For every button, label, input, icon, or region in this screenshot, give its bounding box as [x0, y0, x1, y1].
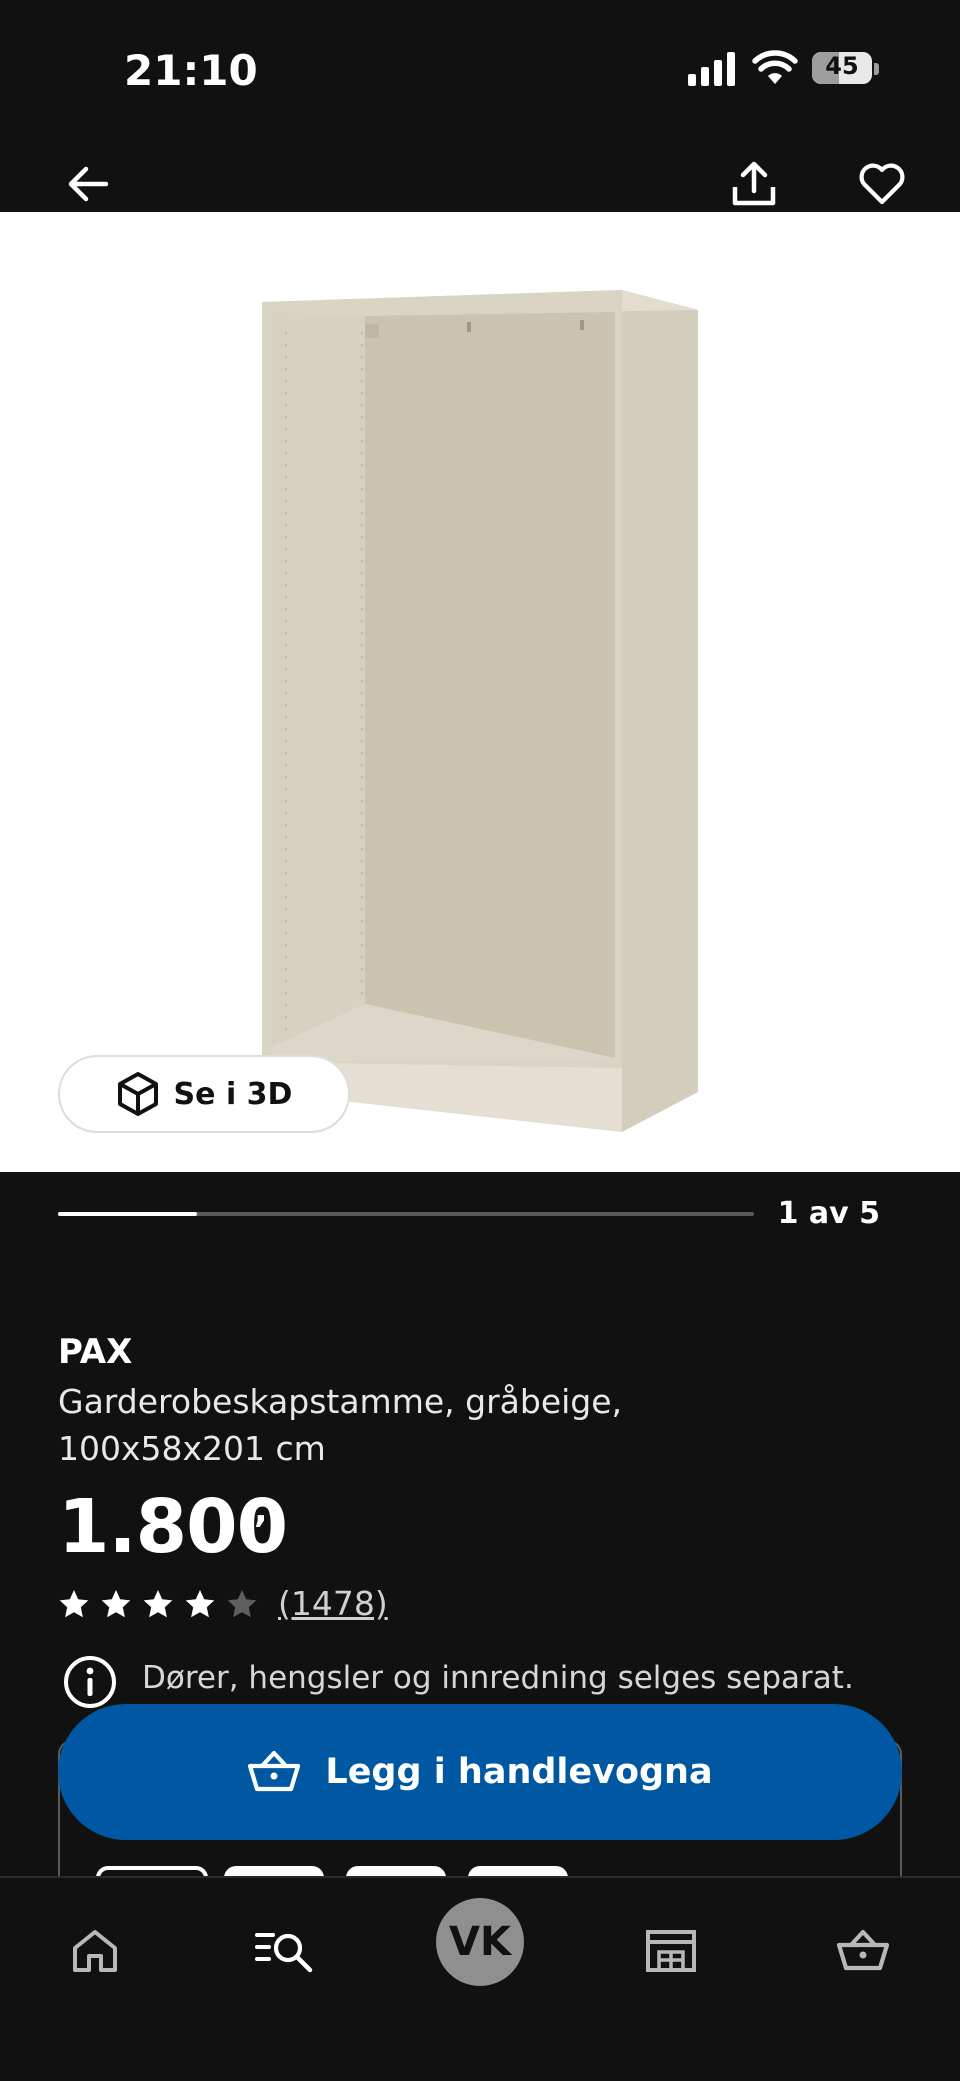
cellular-signal-icon — [688, 52, 735, 86]
add-to-cart-label: Legg i handlevogna — [325, 1752, 713, 1792]
star-filled-icon — [59, 1590, 89, 1618]
store-icon — [646, 1930, 696, 1972]
search-list-icon — [255, 1933, 313, 1973]
arrow-left-icon — [68, 166, 109, 202]
star-filled-icon — [101, 1590, 131, 1618]
product-description: Garderobeskapstamme, gråbeige, 100x58x20… — [58, 1382, 623, 1468]
star-empty-icon — [227, 1590, 257, 1618]
header-bar — [0, 140, 960, 212]
status-time: 21:10 — [124, 46, 258, 95]
view-3d-button[interactable]: Se i 3D — [58, 1055, 350, 1133]
nav-cart[interactable] — [818, 1906, 908, 1996]
nav-profile-avatar[interactable]: VK — [436, 1898, 524, 1986]
nav-store[interactable] — [626, 1906, 716, 1996]
product-image[interactable] — [0, 212, 960, 1172]
wifi-icon — [752, 50, 798, 84]
nav-home[interactable] — [50, 1906, 140, 1996]
product-brand: PAX — [58, 1332, 133, 1372]
star-filled-icon — [185, 1590, 215, 1618]
heart-icon — [859, 163, 905, 205]
nav-search[interactable] — [240, 1906, 330, 1996]
share-icon — [732, 161, 776, 206]
battery-indicator: 45 — [812, 50, 880, 88]
basket-icon — [248, 1750, 301, 1792]
info-text: Dører, hengsler og innredning selges sep… — [142, 1660, 854, 1696]
wardrobe-frame-illustration — [262, 290, 698, 1132]
info-icon — [64, 1656, 116, 1708]
rating-count-link[interactable]: (1478) — [278, 1584, 388, 1623]
rating-stars[interactable] — [58, 1588, 258, 1620]
price-suffix: ,- — [254, 1490, 283, 1531]
home-icon — [73, 1930, 117, 1972]
gallery-progress-fill — [58, 1212, 198, 1216]
gallery-progress — [58, 1212, 754, 1216]
star-filled-icon — [143, 1590, 173, 1618]
product-price: 1.800 — [58, 1484, 288, 1570]
view-3d-label: Se i 3D — [173, 1076, 293, 1112]
cube-icon — [117, 1072, 158, 1116]
basket-icon — [836, 1929, 890, 1971]
add-to-cart-button[interactable]: Legg i handlevogna — [58, 1704, 902, 1840]
battery-level: 45 — [825, 52, 859, 80]
gallery-counter: 1 av 5 — [777, 1196, 880, 1231]
